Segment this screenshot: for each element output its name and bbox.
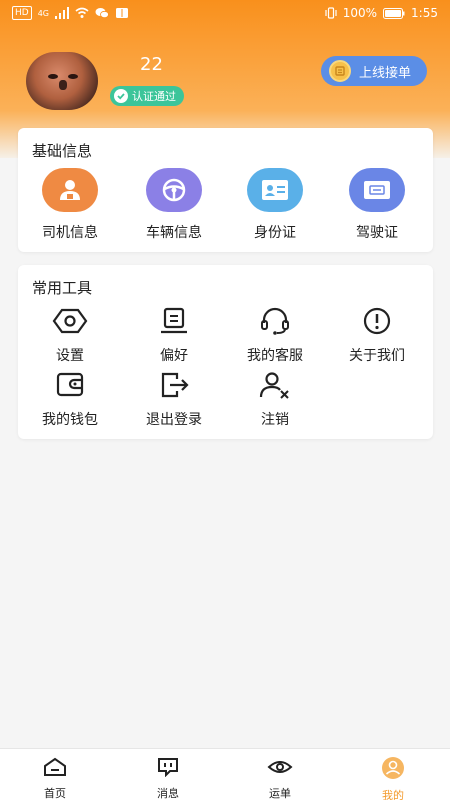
verify-text: 认证通过 [132, 90, 176, 103]
tab-mine[interactable]: 我的 [353, 757, 433, 800]
online-button[interactable]: 上线接单 [321, 56, 427, 86]
network-label: 4G [37, 8, 49, 18]
basic-item-label: 身份证 [254, 225, 296, 241]
user-icon [380, 757, 406, 783]
steering-wheel-icon [146, 168, 202, 212]
wallet-icon [52, 371, 88, 403]
basic-item-label: 司机信息 [42, 225, 98, 241]
basic-item-label: 驾驶证 [356, 225, 398, 241]
tool-label: 偏好 [160, 348, 188, 364]
tool-label: 我的钱包 [42, 412, 98, 428]
tool-label: 设置 [56, 348, 84, 364]
tool-wallet[interactable]: 我的钱包 [20, 371, 120, 429]
driver-icon [42, 168, 98, 212]
tool-customer-service[interactable]: 我的客服 [225, 307, 325, 365]
tool-deregister[interactable]: 注销 [225, 371, 325, 429]
id-card-icon [247, 168, 303, 212]
vibrate-icon [325, 6, 337, 20]
tools-card: 常用工具 设置 偏好 我的客服 关于我们 我的钱包 退出登录 注销 [18, 265, 433, 439]
user-id: 22 [140, 54, 163, 75]
tool-settings[interactable]: 设置 [20, 307, 120, 365]
hd-badge: HD [12, 6, 32, 20]
eye-icon [267, 757, 293, 781]
tab-label: 首页 [44, 787, 66, 800]
basic-info-title: 基础信息 [32, 142, 93, 160]
wechat-icon [95, 6, 109, 20]
tab-label: 消息 [157, 787, 179, 800]
logout-icon [156, 371, 192, 403]
settings-icon [52, 307, 88, 339]
home-icon [42, 757, 68, 781]
basic-item-license[interactable]: 驾驶证 [327, 168, 427, 242]
tab-label: 我的 [382, 789, 404, 800]
license-icon [349, 168, 405, 212]
clock: 1:55 [411, 6, 438, 20]
signal-icon [55, 6, 69, 20]
tool-label: 退出登录 [146, 412, 202, 428]
online-button-label: 上线接单 [359, 65, 412, 81]
user-remove-icon [257, 371, 293, 403]
tool-about-us[interactable]: 关于我们 [327, 307, 427, 365]
battery-icon [383, 6, 405, 20]
battery-percent: 100% [342, 6, 378, 20]
tools-title: 常用工具 [32, 279, 93, 297]
tool-logout[interactable]: 退出登录 [124, 371, 224, 429]
book-icon [115, 6, 129, 20]
basic-item-vehicle[interactable]: 车辆信息 [124, 168, 224, 242]
basic-item-driver[interactable]: 司机信息 [20, 168, 120, 242]
verify-badge: 认证通过 [110, 86, 184, 106]
tool-label: 关于我们 [349, 348, 405, 364]
info-icon [359, 307, 395, 339]
tab-label: 运单 [269, 787, 291, 800]
message-icon [155, 757, 181, 781]
coin-icon [329, 60, 351, 82]
wifi-icon [75, 6, 89, 20]
tab-home[interactable]: 首页 [15, 757, 95, 800]
check-icon [114, 89, 128, 103]
tool-label: 注销 [261, 412, 289, 428]
basic-info-card: 基础信息 司机信息 车辆信息 身份证 驾驶证 [18, 128, 433, 252]
headset-icon [257, 307, 293, 339]
avatar[interactable] [26, 52, 98, 110]
tool-label: 我的客服 [247, 348, 303, 364]
basic-item-id-card[interactable]: 身份证 [225, 168, 325, 242]
preference-icon [156, 307, 192, 339]
bottom-tab-bar: 首页 消息 运单 我的 [0, 748, 450, 800]
status-bar: HD 4G 100% 1:55 [0, 0, 450, 26]
tab-messages[interactable]: 消息 [128, 757, 208, 800]
basic-item-label: 车辆信息 [146, 225, 202, 241]
tool-preference[interactable]: 偏好 [124, 307, 224, 365]
tab-waybill[interactable]: 运单 [240, 757, 320, 800]
